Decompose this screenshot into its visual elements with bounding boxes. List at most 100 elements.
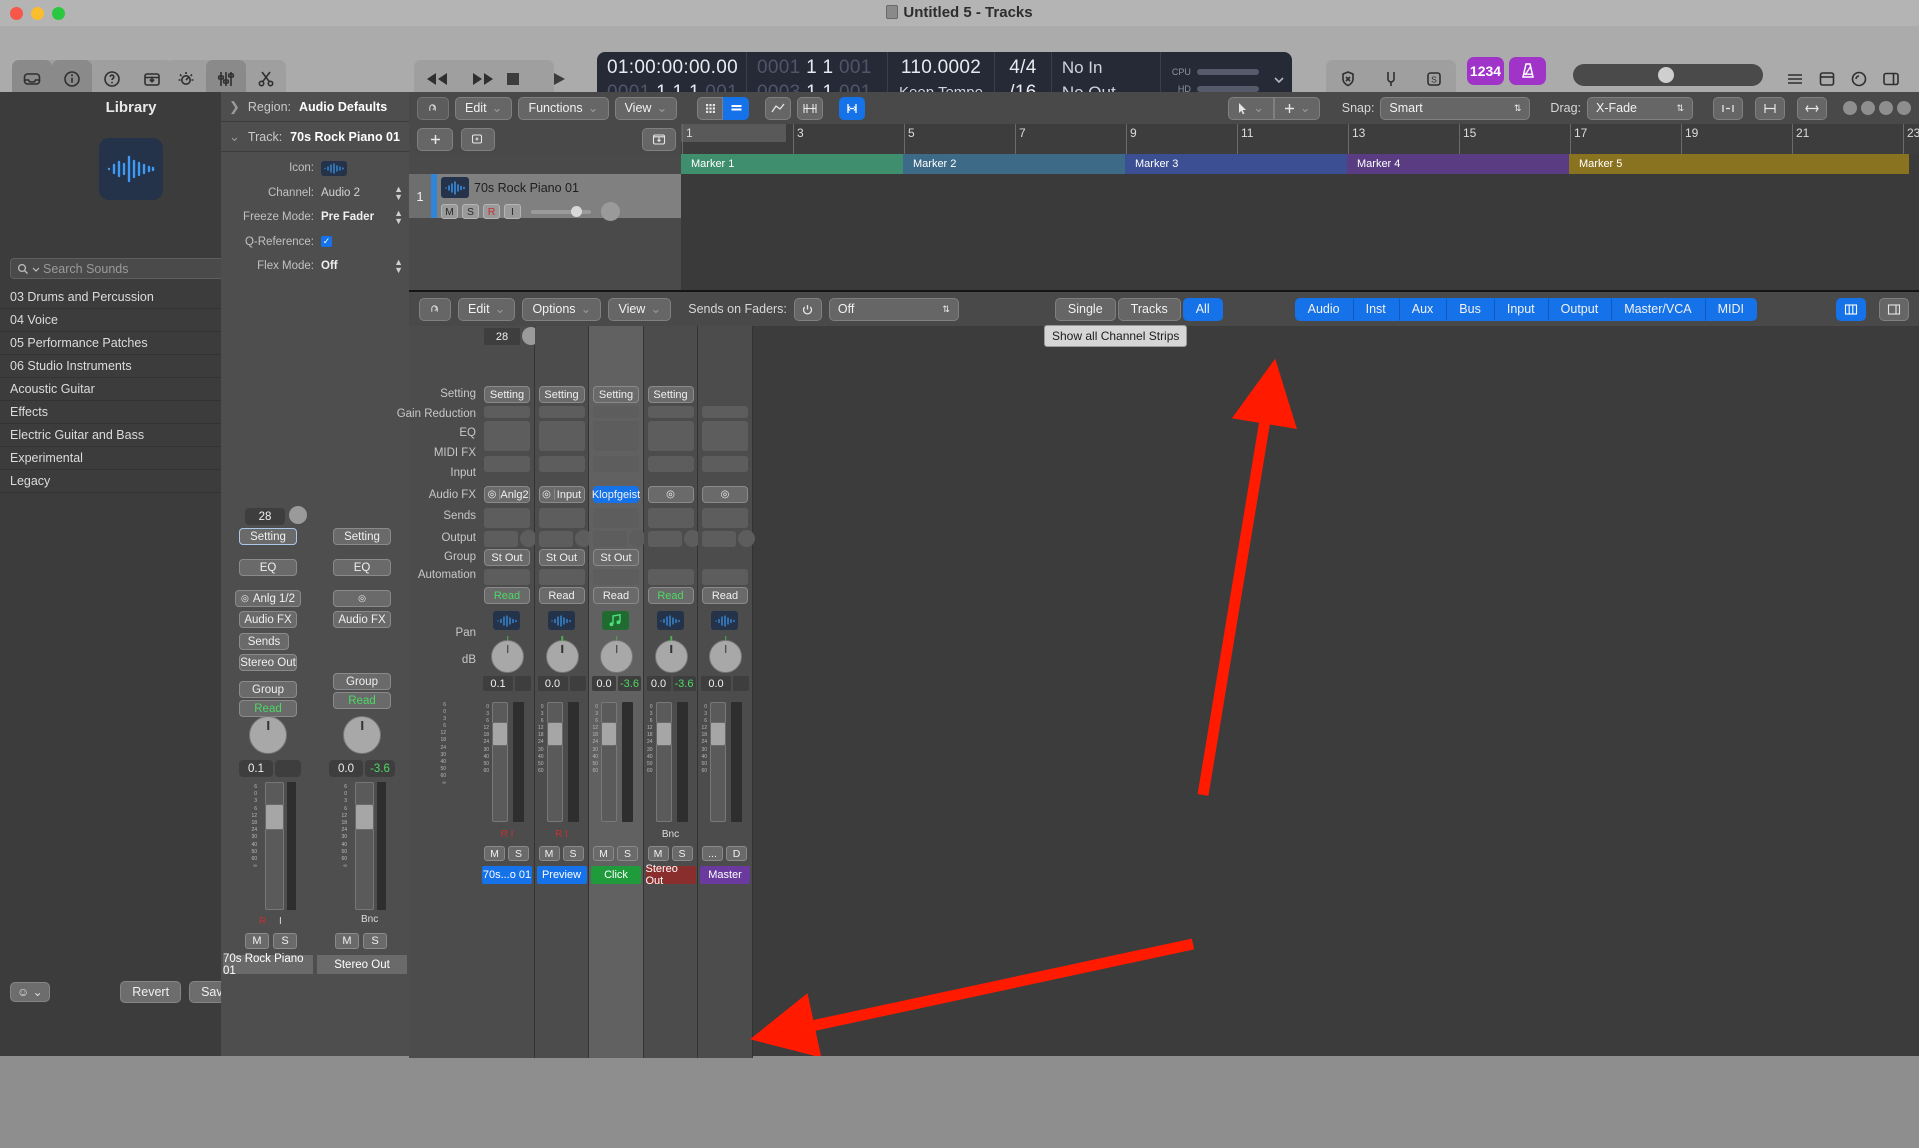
channel-strip[interactable]: 28Setting◎Anlg2St OutRead0.1603612182430… <box>480 326 535 1058</box>
volume-fader[interactable] <box>355 782 374 910</box>
input-slot[interactable]: ◎Anlg2 <box>484 486 530 503</box>
db-value[interactable]: 0.1 <box>483 676 513 691</box>
zoom-handle-3[interactable] <box>1879 101 1893 115</box>
strip-name[interactable]: Stereo Out <box>317 955 407 974</box>
primary-tool-button[interactable]: ⌄ <box>1228 97 1274 120</box>
strip-extra-indicator[interactable]: Bnc <box>644 829 698 840</box>
fader-cap[interactable] <box>601 722 617 746</box>
inspector-row[interactable]: Flex Mode:Off▲▼ <box>221 258 409 275</box>
inspector-strip-output[interactable]: SettingEQ◎Audio FXGroupRead0.0-3.6603612… <box>315 392 409 1148</box>
setting-button[interactable]: Setting <box>648 386 694 403</box>
tracks-view-toggle-group[interactable] <box>697 97 749 120</box>
strip-extra-indicator[interactable]: R I <box>535 829 589 840</box>
master-volume-slider[interactable] <box>1573 64 1763 86</box>
tracks-mode-group[interactable] <box>765 97 823 120</box>
mixer-edit-menu[interactable]: Edit⌄ <box>458 298 515 321</box>
volume-fader[interactable] <box>265 782 284 910</box>
track-header-row[interactable]: 1 70s Rock Piano 01 M <box>409 174 681 218</box>
strip-name[interactable]: 70s Rock Piano 01 <box>223 955 313 974</box>
stepper-arrows-icon[interactable]: ▲▼ <box>394 258 403 274</box>
gain-value[interactable]: 28 <box>484 328 520 345</box>
grid-view-button[interactable] <box>697 97 723 120</box>
tracks-functions-menu[interactable]: Functions⌄ <box>518 97 608 120</box>
marker-track[interactable]: Marker 1Marker 2Marker 3Marker 4Marker 5 <box>681 154 1919 174</box>
strip-name[interactable]: 70s...o 01 <box>482 866 532 884</box>
tracks-edit-menu[interactable]: Edit⌄ <box>455 97 512 120</box>
sends-on-faders-select[interactable]: Off ⇅ <box>829 298 959 321</box>
volume-fader[interactable] <box>547 702 563 822</box>
sends-slot[interactable] <box>702 531 736 547</box>
input-slot[interactable]: Klopfgeist <box>593 486 639 503</box>
db-peak[interactable] <box>515 676 531 691</box>
track-mute-button[interactable]: M <box>441 204 458 219</box>
sends-button[interactable]: Sends <box>239 633 289 650</box>
db-peak[interactable] <box>733 676 749 691</box>
strip-name[interactable]: Click <box>591 866 641 884</box>
chevron-down-icon[interactable]: ⌄ <box>229 129 240 145</box>
strip-view-button[interactable] <box>1836 298 1866 321</box>
mixer-options-menu[interactable]: Options⌄ <box>522 298 601 321</box>
eq-display[interactable] <box>539 421 585 451</box>
automation-button[interactable]: Read <box>702 587 748 604</box>
channel-icon[interactable] <box>493 611 520 630</box>
pan-knob[interactable] <box>491 640 524 673</box>
snap-select[interactable]: Smart ⇅ <box>1380 97 1530 120</box>
group-slot[interactable] <box>648 569 694 585</box>
mixer-view-mode-group[interactable]: SingleTracksAll <box>1055 298 1223 321</box>
eq-display[interactable] <box>593 421 639 451</box>
db-value[interactable]: 0.0 <box>701 676 731 691</box>
solo-button[interactable]: D <box>726 846 747 861</box>
strip-extra-indicator[interactable]: R I <box>480 829 534 840</box>
mixer-filter-bus[interactable]: Bus <box>1446 298 1494 321</box>
input-indicator[interactable]: I <box>279 916 282 927</box>
duplicate-track-button[interactable] <box>461 128 495 151</box>
db-value[interactable]: 0.1 <box>239 760 273 777</box>
send-knob[interactable] <box>738 530 755 547</box>
revert-button[interactable]: Revert <box>120 981 181 1003</box>
marker[interactable]: Marker 2 <box>903 154 1125 174</box>
zoom-handle-1[interactable] <box>1843 101 1857 115</box>
q-reference-checkbox[interactable]: ✓ <box>321 236 332 247</box>
midi-fx-slot[interactable] <box>593 456 639 472</box>
solo-button[interactable]: S <box>563 846 584 861</box>
pan-knob[interactable] <box>655 640 688 673</box>
db-value[interactable]: 0.0 <box>592 676 616 691</box>
mute-button[interactable]: ... <box>702 846 723 861</box>
automation-button[interactable]: Read <box>593 587 639 604</box>
inspector-row[interactable]: Channel:Audio 2▲▼ <box>221 185 409 202</box>
stepper-arrows-icon[interactable]: ▲▼ <box>394 185 403 201</box>
sends-slot[interactable] <box>539 531 573 547</box>
output-button[interactable]: St Out <box>539 549 585 566</box>
zoom-slider-group[interactable] <box>1843 101 1911 115</box>
audio-fx-button[interactable]: Audio FX <box>333 611 391 628</box>
fader-cap[interactable] <box>547 722 563 746</box>
channel-icon[interactable] <box>657 611 684 630</box>
sends-power-button[interactable] <box>794 298 822 321</box>
automation-button[interactable]: Read <box>648 587 694 604</box>
mixer-go-up-button[interactable] <box>419 298 451 321</box>
tracks-view-button[interactable] <box>723 97 749 120</box>
list-editor-button[interactable] <box>642 128 676 151</box>
split-view-button[interactable] <box>1879 298 1909 321</box>
mute-button[interactable]: M <box>245 933 269 949</box>
marker[interactable]: Marker 3 <box>1125 154 1347 174</box>
sends-slot[interactable] <box>593 531 627 547</box>
midi-fx-slot[interactable] <box>539 456 585 472</box>
track-record-button[interactable]: R <box>483 204 500 219</box>
mute-button[interactable]: M <box>648 846 669 861</box>
solo-button[interactable]: S <box>363 933 387 949</box>
track-icon-swatch[interactable] <box>321 161 347 176</box>
input-slot[interactable]: ◎ <box>648 486 694 503</box>
eq-display[interactable] <box>648 421 694 451</box>
snap-button[interactable] <box>839 97 865 120</box>
setting-button[interactable]: Setting <box>539 386 585 403</box>
channel-strip[interactable]: SettingKlopfgeistSt OutRead0.0-3.6036121… <box>589 326 644 1058</box>
mixer-view-mode-all[interactable]: All <box>1183 298 1223 321</box>
eq-display[interactable] <box>702 421 748 451</box>
track-pan-knob[interactable] <box>601 202 620 221</box>
channel-icon[interactable] <box>602 611 629 630</box>
drag-select[interactable]: X-Fade ⇅ <box>1587 97 1693 120</box>
audio-fx-slot[interactable] <box>484 508 530 528</box>
output-button[interactable]: St Out <box>593 549 639 566</box>
gain-knob[interactable] <box>289 506 307 524</box>
